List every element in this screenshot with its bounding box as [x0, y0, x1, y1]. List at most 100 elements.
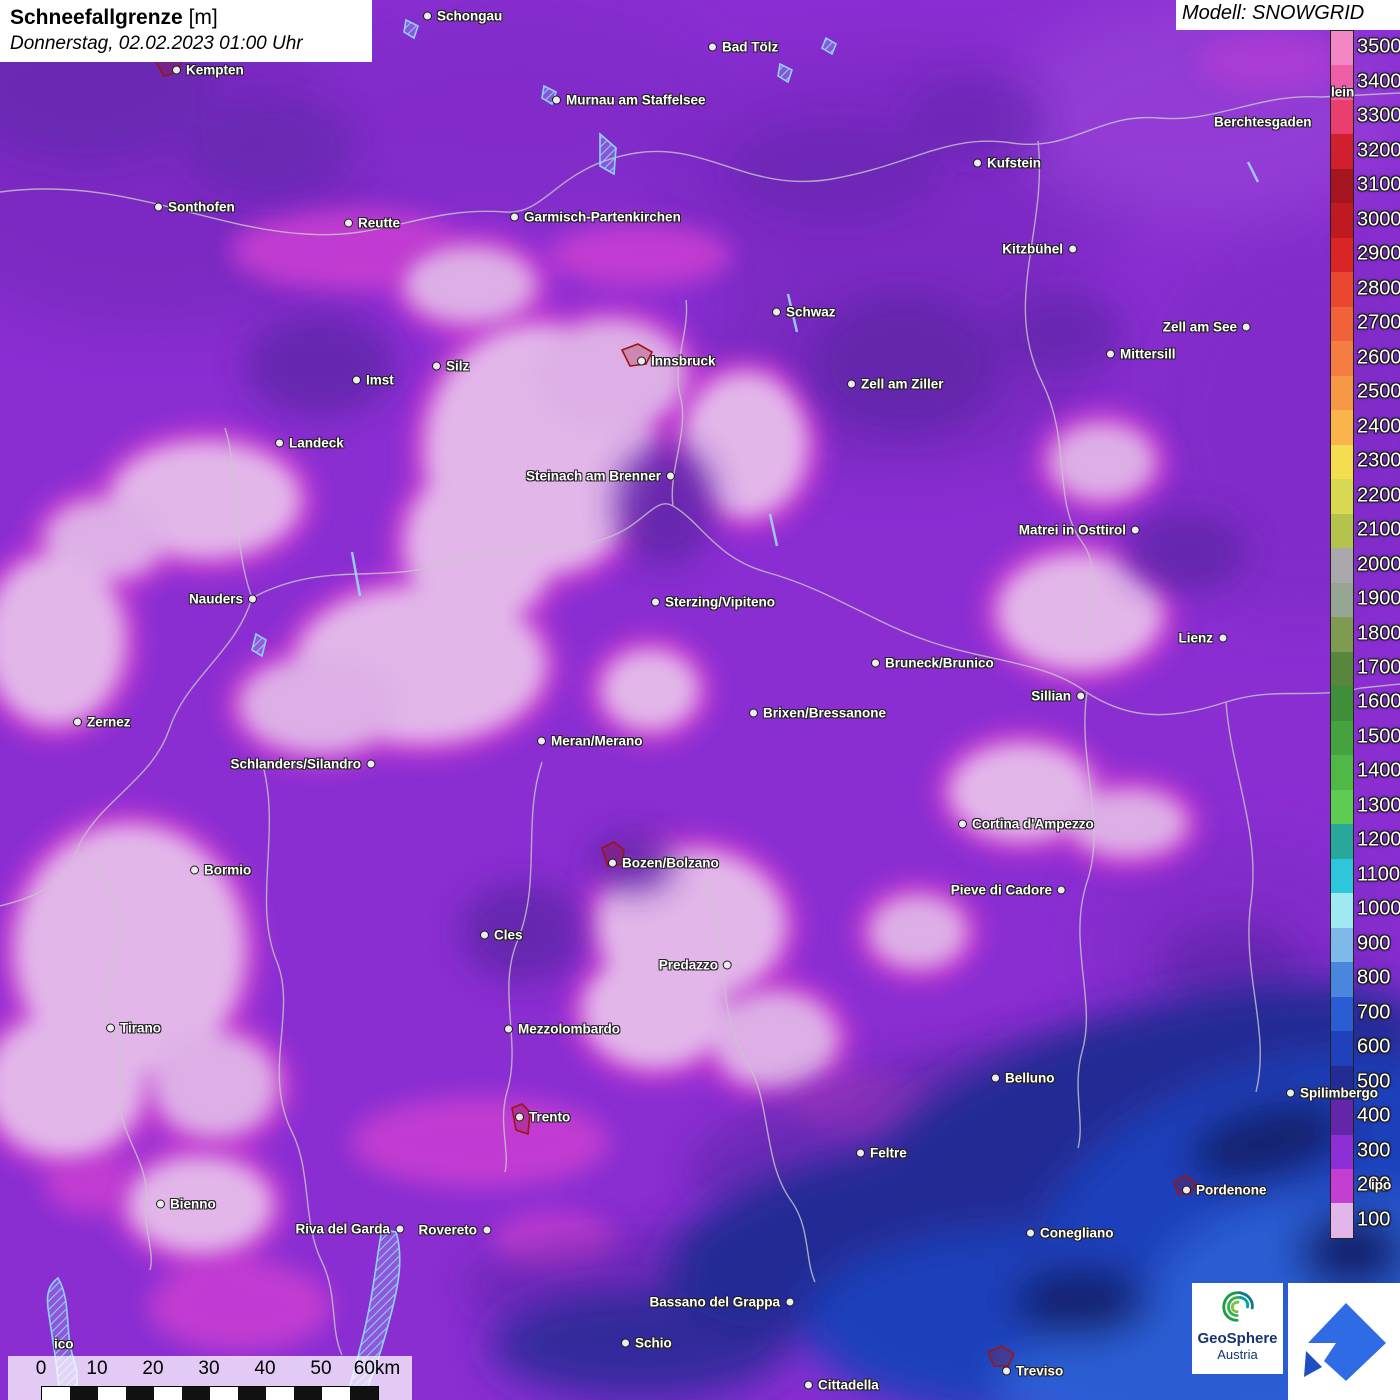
title-unit: [m]: [189, 6, 218, 29]
colorbar-cell: [1331, 859, 1353, 893]
colorbar-cell: [1331, 583, 1353, 617]
scalebar-tick-label: 20: [142, 1358, 163, 1380]
logo-sub: Austria: [1192, 1347, 1283, 1362]
colorbar-tick-label: 3400: [1357, 70, 1400, 93]
colorbar-tick-label: 2800: [1357, 277, 1400, 300]
colorbar-tick-label: 1900: [1357, 588, 1400, 611]
colorbar-cell: [1331, 1135, 1353, 1169]
colorbar-tick-label: 3200: [1357, 139, 1400, 162]
colorbar-cell: [1331, 238, 1353, 272]
colorbar-tick-label: 1400: [1357, 760, 1400, 783]
colorbar-tick-label: 3100: [1357, 174, 1400, 197]
colorbar-tick-label: 2900: [1357, 243, 1400, 266]
colorbar-cell: [1331, 686, 1353, 720]
colorbar-tick-label: 200: [1357, 1174, 1390, 1197]
colorbar-cell: [1331, 824, 1353, 858]
colorbar-cell: [1331, 1066, 1353, 1100]
colorbar-tick-label: 2500: [1357, 381, 1400, 404]
colorbar-tick-label: 1800: [1357, 622, 1400, 645]
colorbar-cell: [1331, 134, 1353, 168]
title-main: Schneefallgrenze: [10, 6, 183, 29]
colorbar-cell: [1331, 962, 1353, 996]
colorbar-tick-label: 2200: [1357, 484, 1400, 507]
colorbar-tick-label: 2600: [1357, 346, 1400, 369]
colorbar-tick-label: 900: [1357, 932, 1390, 955]
colorbar: 3500340033003200310030002900280027002600…: [1330, 30, 1354, 1239]
scalebar-segment: [126, 1387, 154, 1400]
scalebar-segment: [98, 1387, 126, 1400]
model-label: Modell: SNOWGRID: [1176, 0, 1400, 30]
colorbar-tick-label: 1600: [1357, 691, 1400, 714]
scalebar-segment: [210, 1387, 238, 1400]
colorbar-tick-label: 3300: [1357, 105, 1400, 128]
colorbar-cell: [1331, 617, 1353, 651]
colorbar-cell: [1331, 1100, 1353, 1134]
colorbar-tick-label: 300: [1357, 1139, 1390, 1162]
colorbar-tick-label: 1100: [1357, 863, 1400, 886]
colorbar-cell: [1331, 652, 1353, 686]
scalebar-segment: [266, 1387, 294, 1400]
colorbar-cell: [1331, 1203, 1353, 1237]
colorbar-cells: [1330, 30, 1354, 1239]
scalebar-segment: [42, 1387, 70, 1400]
scalebar: 0102030405060km: [8, 1356, 412, 1400]
colorbar-tick-label: 500: [1357, 1070, 1390, 1093]
map-canvas: [0, 0, 1400, 1400]
colorbar-tick-label: 1700: [1357, 656, 1400, 679]
weather-map: SchongauBad TölzKemptenMurnau am Staffel…: [0, 0, 1400, 1400]
colorbar-tick-label: 800: [1357, 967, 1390, 990]
colorbar-tick-label: 1000: [1357, 898, 1400, 921]
geosphere-swirl-icon: [1216, 1287, 1260, 1325]
colorbar-cell: [1331, 928, 1353, 962]
colorbar-cell: [1331, 65, 1353, 99]
colorbar-cell: [1331, 548, 1353, 582]
colorbar-tick-label: 3000: [1357, 208, 1400, 231]
colorbar-cell: [1331, 755, 1353, 789]
colorbar-tick-label: 2700: [1357, 312, 1400, 335]
colorbar-cell: [1331, 445, 1353, 479]
colorbar-tick-label: 3500: [1357, 36, 1400, 59]
colorbar-cell: [1331, 307, 1353, 341]
colorbar-cell: [1331, 1169, 1353, 1203]
colorbar-tick-label: 400: [1357, 1105, 1390, 1128]
colorbar-cell: [1331, 1031, 1353, 1065]
colorbar-cell: [1331, 479, 1353, 513]
scalebar-tick-label: 40: [254, 1358, 275, 1380]
partner-logo: [1288, 1283, 1400, 1400]
colorbar-cell: [1331, 410, 1353, 444]
colorbar-cell: [1331, 376, 1353, 410]
colorbar-cell: [1331, 272, 1353, 306]
colorbar-cell: [1331, 721, 1353, 755]
scalebar-tick-label: 50: [310, 1358, 331, 1380]
colorbar-cell: [1331, 893, 1353, 927]
scalebar-segment: [182, 1387, 210, 1400]
colorbar-tick-label: 2400: [1357, 415, 1400, 438]
colorbar-cell: [1331, 100, 1353, 134]
geosphere-logo: GeoSphere Austria: [1192, 1283, 1283, 1374]
scalebar-segment: [322, 1387, 350, 1400]
scalebar-tick-label: 0: [36, 1358, 47, 1380]
page-title: Schneefallgrenze [m]: [10, 5, 362, 31]
scalebar-segment: [238, 1387, 266, 1400]
colorbar-tick-label: 100: [1357, 1208, 1390, 1231]
colorbar-cell: [1331, 997, 1353, 1031]
blue-diamond-icon: [1288, 1283, 1400, 1400]
scalebar-segment: [294, 1387, 322, 1400]
scalebar-tick-label: 10: [86, 1358, 107, 1380]
colorbar-tick-label: 2100: [1357, 519, 1400, 542]
scalebar-segment: [350, 1387, 378, 1400]
colorbar-tick-label: 1500: [1357, 725, 1400, 748]
colorbar-tick-label: 2000: [1357, 553, 1400, 576]
title-datetime: Donnerstag, 02.02.2023 01:00 Uhr: [10, 31, 362, 56]
colorbar-cell: [1331, 169, 1353, 203]
logo-name: GeoSphere: [1192, 1330, 1283, 1347]
colorbar-cell: [1331, 203, 1353, 237]
colorbar-cell: [1331, 31, 1353, 65]
colorbar-tick-label: 700: [1357, 1001, 1390, 1024]
colorbar-cell: [1331, 514, 1353, 548]
colorbar-tick-label: 600: [1357, 1036, 1390, 1059]
scalebar-segment: [154, 1387, 182, 1400]
title-box: Schneefallgrenze [m] Donnerstag, 02.02.2…: [0, 0, 372, 62]
colorbar-tick-label: 1200: [1357, 829, 1400, 852]
scalebar-bar: [41, 1386, 379, 1400]
